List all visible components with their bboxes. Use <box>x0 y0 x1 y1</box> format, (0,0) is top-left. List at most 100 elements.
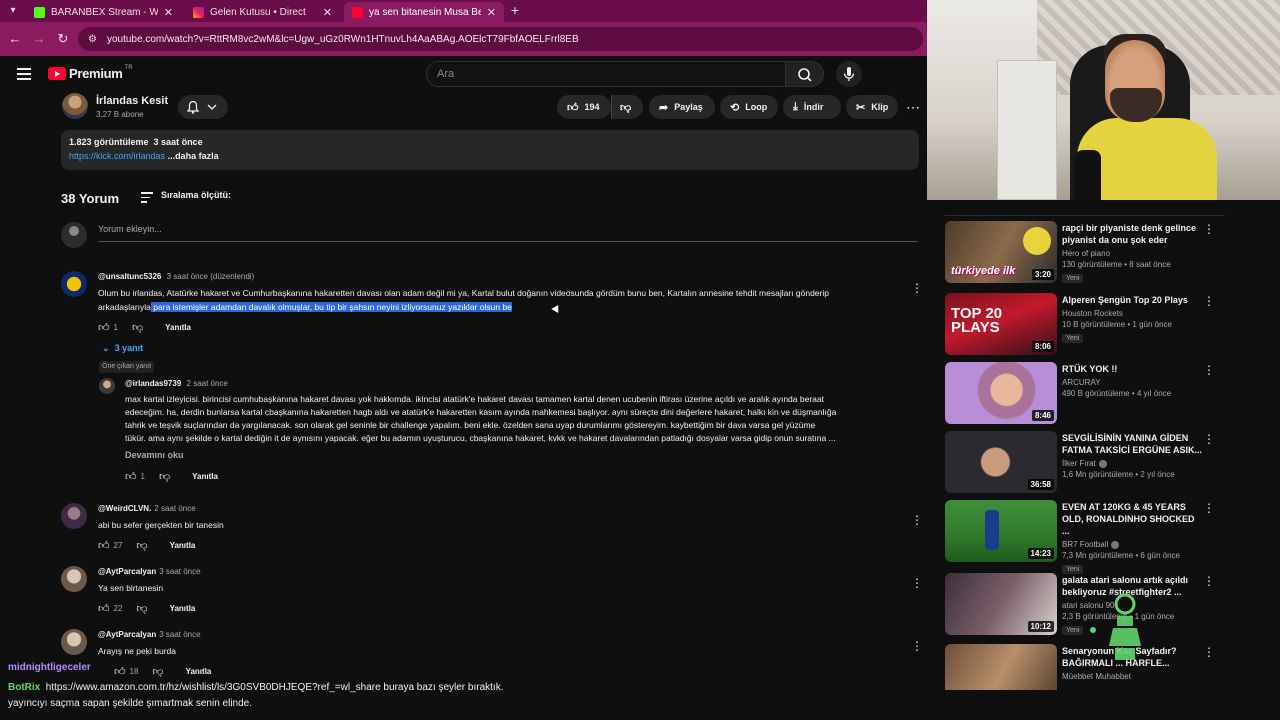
recommendation-item[interactable]: 8:46 RTÜK YOK !! ARCURAY 490 B görüntüle… <box>945 359 1225 424</box>
comment-author[interactable]: @AytParcalyan <box>98 630 156 639</box>
more-options-icon[interactable]: ⋮ <box>911 513 923 527</box>
clip-button[interactable]: ✂ Klip <box>846 95 898 119</box>
kick-link[interactable]: https://kick.com/irlandas <box>69 151 165 161</box>
comment-author[interactable]: @unsaltunc5326 <box>98 272 161 281</box>
video-thumbnail[interactable]: TOP 20 PLAYS 8:06 <box>945 293 1057 355</box>
avatar[interactable] <box>61 629 87 655</box>
close-icon[interactable]: ✕ <box>487 6 496 19</box>
more-options-icon[interactable]: ⋮ <box>1203 574 1215 588</box>
new-tab-icon[interactable]: + <box>508 2 522 20</box>
more-options-icon[interactable]: ⋮ <box>1203 222 1215 236</box>
channel-name[interactable]: ARCURAY <box>1062 378 1202 387</box>
comment-actions: 👍︎ 1 👎︎ Yanıtla <box>98 320 191 334</box>
recommendation-item[interactable]: türkiyede ilk 3:20 rapçi bir piyaniste d… <box>945 218 1225 283</box>
more-options-icon[interactable]: ⋮ <box>1203 645 1215 659</box>
more-options-icon[interactable]: ⋮ <box>911 576 923 590</box>
download-button[interactable]: ⤓ İndir <box>783 95 841 119</box>
channel-name[interactable]: BR7 Football <box>1062 540 1108 549</box>
comment-author[interactable]: @irlandas9739 <box>125 379 181 388</box>
comment-author[interactable]: @WeirdCLVN. <box>98 504 151 513</box>
video-thumbnail[interactable]: 14:23 <box>945 500 1057 562</box>
thumbs-down-icon[interactable]: 👎︎ <box>159 470 170 483</box>
more-options-icon[interactable]: ⋮ <box>911 639 923 653</box>
scrollbar[interactable] <box>1272 215 1278 690</box>
channel-avatar[interactable] <box>62 93 88 119</box>
video-title[interactable]: rapçi bir piyaniste denk gelince piyanis… <box>1062 222 1202 246</box>
reply-button[interactable]: Yanıtla <box>165 323 191 332</box>
reply-button[interactable]: Yanıtla <box>192 472 218 481</box>
tab-list-chevron-icon[interactable]: ▾ <box>4 3 22 19</box>
more-options-icon[interactable]: ⋮ <box>1203 432 1215 446</box>
show-more-link[interactable]: ...daha fazla <box>168 151 219 161</box>
share-button[interactable]: ➦ Paylaş <box>649 95 715 119</box>
channel-name[interactable]: Houston Rockets <box>1062 309 1202 318</box>
youtube-logo[interactable]: Premium TR <box>48 65 133 81</box>
hamburger-menu-icon[interactable] <box>17 68 31 80</box>
video-title[interactable]: SEVGİLİSİNİN YANINA GİDEN FATMA TAKSİCİ … <box>1062 432 1202 456</box>
read-more-link[interactable]: Devamını oku <box>125 450 184 460</box>
avatar[interactable] <box>61 566 87 592</box>
comment-time[interactable]: 2 saat önce <box>154 504 195 513</box>
video-thumbnail[interactable]: 10:12 <box>945 573 1057 635</box>
video-title[interactable]: EVEN AT 120KG & 45 YEARS OLD, RONALDINHO… <box>1062 501 1202 537</box>
thumbs-up-icon[interactable]: 👍︎ <box>98 321 110 334</box>
voice-search-button[interactable] <box>836 61 862 87</box>
avatar[interactable] <box>61 271 87 297</box>
channel-name[interactable]: İrlandas Kesit <box>96 95 168 107</box>
url-bar[interactable]: ⚙ youtube.com/watch?v=RttRM8vc2wM&lc=Ugw… <box>78 27 923 51</box>
comment-author[interactable]: @AytParcalyan <box>98 567 156 576</box>
video-thumbnail[interactable]: 8:46 <box>945 362 1057 424</box>
more-actions-icon[interactable]: ⋯ <box>906 99 926 116</box>
reload-icon[interactable]: ↻ <box>55 31 71 47</box>
thumbs-down-icon[interactable]: 👎︎ <box>136 602 147 615</box>
comment-time[interactable]: 3 saat önce <box>159 630 200 639</box>
recommendation-item[interactable]: 14:23 EVEN AT 120KG & 45 YEARS OLD, RONA… <box>945 497 1225 574</box>
tab-baranbex[interactable]: BARANBEX Stream - Watch Live ✕ <box>26 2 181 22</box>
video-title[interactable]: RTÜK YOK !! <box>1062 363 1202 375</box>
sort-button[interactable]: Sıralama ölçütü: <box>161 190 231 200</box>
comment-input[interactable]: Yorum ekleyin... <box>98 224 918 242</box>
avatar[interactable] <box>99 378 115 394</box>
dislike-button[interactable]: 👎︎ <box>611 95 643 119</box>
video-thumbnail[interactable]: 36:58 <box>945 431 1057 493</box>
tab-youtube[interactable]: ya sen bitanesin Musa Bey hakkı ✕ <box>344 2 504 22</box>
tab-instagram[interactable]: Gelen Kutusu • Direct ✕ <box>185 2 340 22</box>
loop-button[interactable]: ⟲ Loop <box>720 95 778 119</box>
recommendation-item[interactable]: 36:58 SEVGİLİSİNİN YANINA GİDEN FATMA TA… <box>945 428 1225 493</box>
close-icon[interactable]: ✕ <box>164 6 173 19</box>
close-icon[interactable]: ✕ <box>323 6 332 19</box>
avatar[interactable] <box>61 503 87 529</box>
thumbs-up-icon[interactable]: 👍︎ <box>125 470 137 483</box>
channel-name[interactable]: İlker Fırat <box>1062 459 1096 468</box>
site-settings-icon[interactable]: ⚙ <box>88 34 97 45</box>
reply-button[interactable]: Yanıtla <box>170 541 196 550</box>
search-button[interactable] <box>786 61 824 87</box>
more-options-icon[interactable]: ⋮ <box>1203 294 1215 308</box>
video-title[interactable]: Alperen Şengün Top 20 Plays <box>1062 294 1202 306</box>
comment-time[interactable]: 3 saat önce (düzenlendi) <box>167 272 255 281</box>
forward-icon[interactable]: → <box>31 31 47 47</box>
more-options-icon[interactable]: ⋮ <box>911 281 923 295</box>
recommendation-item[interactable]: TOP 20 PLAYS 8:06 Alperen Şengün Top 20 … <box>945 290 1225 355</box>
notification-bell-button[interactable] <box>178 95 228 119</box>
back-icon[interactable]: ← <box>7 31 23 47</box>
channel-name[interactable]: Hero of piano <box>1062 249 1202 258</box>
sort-icon[interactable] <box>141 192 153 206</box>
thumbs-up-icon[interactable]: 👍︎ <box>98 539 110 552</box>
search-input[interactable]: Ara <box>426 61 786 87</box>
thumbs-down-icon[interactable]: 👎︎ <box>136 539 147 552</box>
thumbs-up-icon[interactable]: 👍︎ <box>98 602 110 615</box>
comment-time[interactable]: 2 saat önce <box>187 379 228 388</box>
replies-toggle[interactable]: ⌄ 3 yanıt <box>102 343 143 354</box>
more-options-icon[interactable]: ⋮ <box>1203 363 1215 377</box>
comment-time[interactable]: 3 saat önce <box>159 567 200 576</box>
like-button[interactable]: 👍︎ 194 <box>557 95 611 119</box>
reply-button[interactable]: Yanıtla <box>170 604 196 613</box>
more-options-icon[interactable]: ⋮ <box>1203 501 1215 515</box>
video-thumbnail[interactable] <box>945 644 1057 690</box>
video-thumbnail[interactable]: türkiyede ilk 3:20 <box>945 221 1057 283</box>
featured-reply-badge: Öne çıkan yanıt <box>99 361 155 373</box>
description-box[interactable]: 1.823 görüntüleme 3 saat önce https://ki… <box>61 130 919 170</box>
channel-name[interactable]: Müebbet Muhabbet <box>1062 672 1202 681</box>
thumbs-down-icon[interactable]: 👎︎ <box>132 321 143 334</box>
